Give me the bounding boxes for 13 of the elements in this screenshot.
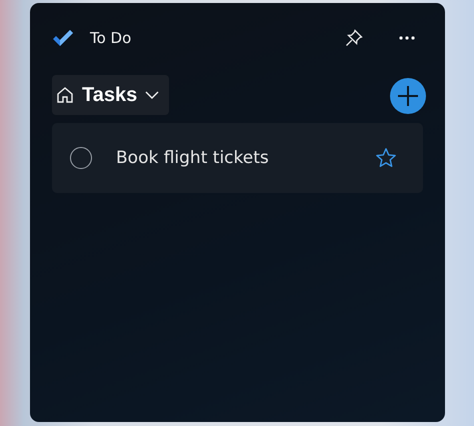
task-title: Book flight tickets [116,148,270,168]
star-icon[interactable] [375,147,397,169]
task-item[interactable]: Book flight tickets [52,123,423,193]
add-button[interactable] [390,78,426,114]
checkmark-icon [52,30,74,46]
window-title: To Do [90,29,132,47]
complete-checkbox[interactable] [70,147,92,169]
chevron-icon [145,91,160,99]
more-icon[interactable] [399,36,415,40]
plus-icon [397,85,419,107]
list-picker[interactable]: Tasks [52,75,170,115]
pin-icon[interactable] [345,29,363,47]
home-icon [56,86,74,104]
